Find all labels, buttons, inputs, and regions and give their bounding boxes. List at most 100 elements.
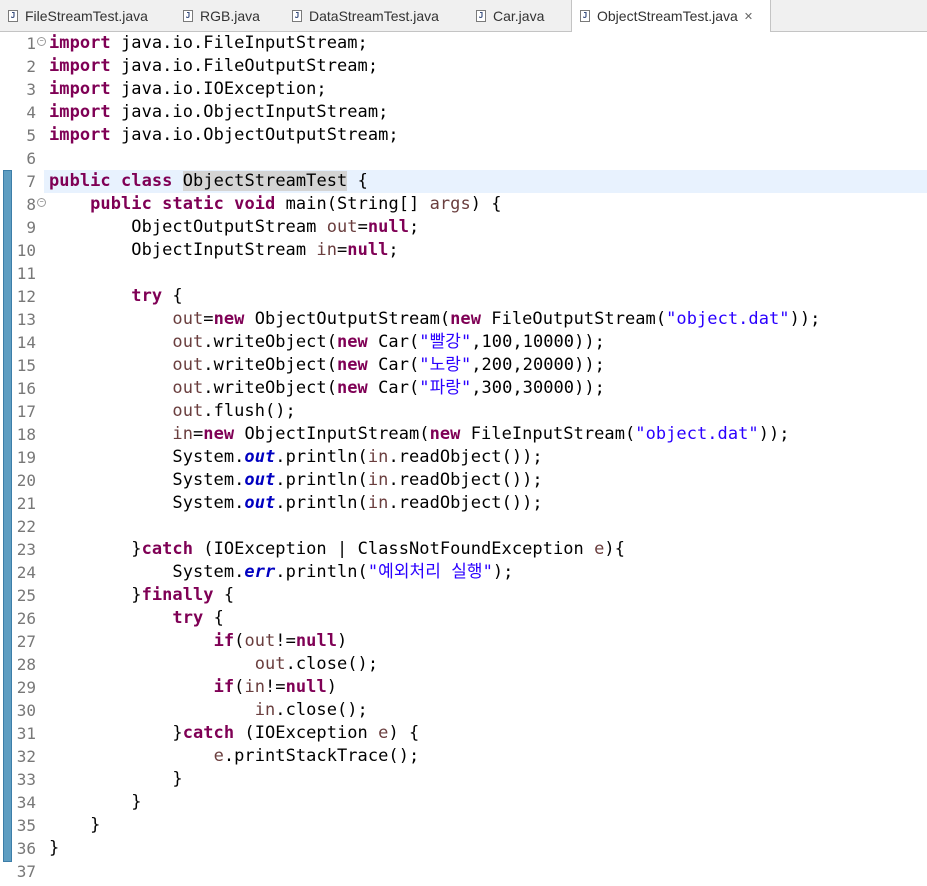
tab-car[interactable]: J Car.java [468, 0, 568, 31]
code-line[interactable]: ObjectOutputStream out=null; [49, 216, 927, 239]
code-token: java.io.IOException; [110, 79, 327, 99]
code-token: != [275, 631, 296, 651]
variable-token: in [367, 447, 389, 467]
code-line[interactable]: } [49, 837, 927, 860]
code-token: Car( [367, 378, 420, 398]
code-line[interactable]: e.printStackTrace(); [49, 745, 927, 768]
code-token: FileOutputStream( [481, 309, 667, 329]
code-line[interactable] [49, 147, 927, 170]
editor-tab-bar: J FileStreamTest.java J RGB.java J DataS… [0, 0, 927, 32]
code-token: { [213, 585, 235, 605]
close-icon[interactable]: ✕ [744, 10, 753, 23]
code-token: .close(); [285, 654, 379, 674]
code-line[interactable]: public static void main(String[] args) { [49, 193, 927, 216]
code-line[interactable]: import java.io.FileInputStream; [49, 32, 927, 55]
code-line[interactable] [49, 860, 927, 883]
code-token: FileInputStream( [460, 424, 636, 444]
code-token: System. [49, 493, 245, 513]
keyword-token: catch [182, 723, 235, 743]
code-line[interactable] [49, 515, 927, 538]
code-line[interactable]: import java.io.ObjectInputStream; [49, 101, 927, 124]
code-token: ( [234, 677, 245, 697]
code-line[interactable]: out.writeObject(new Car("빨강",100,10000))… [49, 331, 927, 354]
variable-token: in [367, 493, 389, 513]
code-line[interactable]: System.out.println(in.readObject()); [49, 492, 927, 515]
line-number: 12 [16, 287, 36, 306]
code-line[interactable]: in.close(); [49, 699, 927, 722]
code-line[interactable]: try { [49, 285, 927, 308]
keyword-token: new [336, 332, 368, 352]
keyword-token: new [336, 378, 368, 398]
code-token: != [265, 677, 286, 697]
code-line[interactable]: } [49, 791, 927, 814]
code-token: } [49, 815, 101, 835]
keyword-token: static [162, 194, 224, 214]
keyword-token: if [213, 677, 235, 697]
tab-rgb[interactable]: J RGB.java [175, 0, 280, 31]
variable-token: e [594, 539, 605, 559]
line-number: 15 [16, 356, 36, 375]
code-line[interactable]: import java.io.IOException; [49, 78, 927, 101]
code-line[interactable]: try { [49, 607, 927, 630]
line-number: 36 [16, 839, 36, 858]
code-line[interactable]: } [49, 768, 927, 791]
code-line[interactable]: if(in!=null) [49, 676, 927, 699]
code-line[interactable]: } [49, 814, 927, 837]
code-line[interactable]: out=new ObjectOutputStream(new FileOutpu… [49, 308, 927, 331]
line-number: 27 [16, 632, 36, 651]
code-token: ( [234, 631, 245, 651]
code-line[interactable]: in=new ObjectInputStream(new FileInputSt… [49, 423, 927, 446]
code-line[interactable]: }catch (IOException e) { [49, 722, 927, 745]
line-number: 35 [16, 816, 36, 835]
tab-label: RGB.java [200, 7, 260, 24]
code-token: = [193, 424, 204, 444]
code-line[interactable]: import java.io.FileOutputStream; [49, 55, 927, 78]
code-line[interactable]: public class ObjectStreamTest { [49, 170, 927, 193]
code-line[interactable]: System.err.println("예외처리 실행"); [49, 561, 927, 584]
code-line[interactable]: out.close(); [49, 653, 927, 676]
highlighted-token: ObjectStreamTest [182, 171, 348, 191]
code-line[interactable]: out.flush(); [49, 400, 927, 423]
code-token: ObjectOutputStream [49, 217, 327, 237]
fold-collapse-icon[interactable]: − [37, 37, 46, 46]
keyword-token: public [90, 194, 152, 214]
line-number: 17 [16, 402, 36, 421]
line-number: 33 [16, 770, 36, 789]
line-number: 7 [26, 172, 36, 191]
variable-token: in [244, 677, 266, 697]
line-number: 3 [26, 80, 36, 99]
tab-label: Car.java [493, 7, 545, 24]
code-line[interactable]: out.writeObject(new Car("노랑",200,20000))… [49, 354, 927, 377]
keyword-token: new [429, 424, 461, 444]
code-editor[interactable]: import java.io.FileInputStream; import ja… [0, 32, 927, 886]
fold-collapse-icon[interactable]: − [37, 198, 46, 207]
code-line[interactable]: System.out.println(in.readObject()); [49, 469, 927, 492]
code-line[interactable]: out.writeObject(new Car("파랑",300,30000))… [49, 377, 927, 400]
line-number: 24 [16, 563, 36, 582]
variable-token: in [316, 240, 337, 260]
code-line[interactable]: import java.io.ObjectOutputStream; [49, 124, 927, 147]
code-token: { [203, 608, 224, 628]
code-token: ) { [470, 194, 502, 214]
code-token: System. [49, 562, 245, 582]
code-line[interactable] [49, 262, 927, 285]
code-token: } [49, 539, 142, 559]
code-line[interactable]: ObjectInputStream in=null; [49, 239, 927, 262]
code-line[interactable]: }finally { [49, 584, 927, 607]
code-line[interactable]: System.out.println(in.readObject()); [49, 446, 927, 469]
line-number: 9 [26, 218, 36, 237]
code-token: ObjectOutputStream( [244, 309, 451, 329]
code-token: .println( [275, 470, 368, 490]
tab-datastreamtest[interactable]: J DataStreamTest.java [284, 0, 464, 31]
tab-filestreamtest[interactable]: J FileStreamTest.java [0, 0, 170, 31]
keyword-token: new [213, 309, 245, 329]
code-token: ) [337, 631, 348, 651]
code-token: )); [758, 424, 790, 444]
code-token: } [49, 585, 142, 605]
code-line[interactable]: if(out!=null) [49, 630, 927, 653]
code-token: ,100,10000)); [471, 332, 605, 352]
tab-objectstreamtest[interactable]: J ObjectStreamTest.java ✕ [571, 0, 771, 32]
code-line[interactable]: }catch (IOException | ClassNotFoundExcep… [49, 538, 927, 561]
